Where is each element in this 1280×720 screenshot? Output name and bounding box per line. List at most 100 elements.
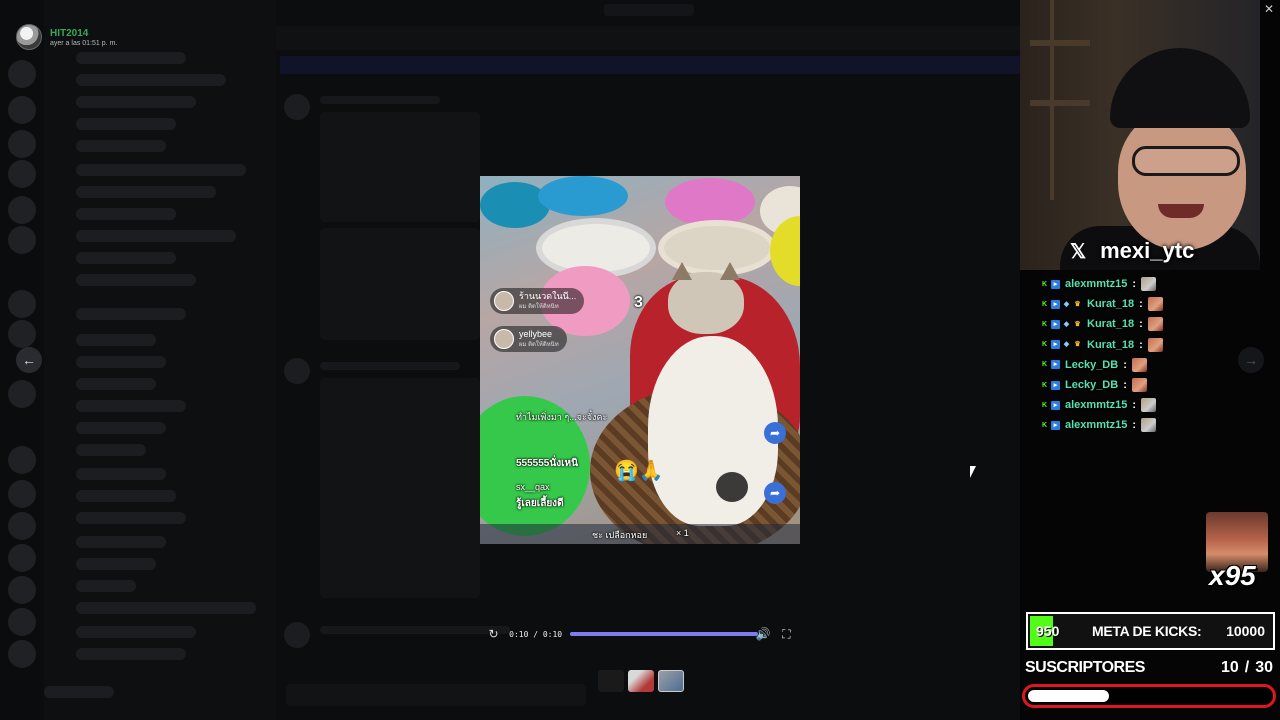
message-embed[interactable] bbox=[320, 228, 480, 340]
chat-message: K ▸ Lecky_DB: bbox=[1040, 375, 1210, 395]
server-icon[interactable] bbox=[8, 96, 36, 124]
channel-item[interactable] bbox=[76, 308, 186, 320]
channel-item[interactable] bbox=[76, 468, 166, 480]
message-avatar[interactable] bbox=[284, 358, 310, 384]
channel-item[interactable] bbox=[76, 140, 166, 152]
user-panel[interactable] bbox=[44, 686, 114, 698]
channel-item[interactable] bbox=[76, 208, 176, 220]
kick-badge-icon: K bbox=[1041, 320, 1048, 328]
chat-username: Kurat_18 bbox=[1087, 298, 1135, 311]
streamer-handle: 𝕏 mexi_ytc bbox=[1070, 238, 1194, 264]
video-frame[interactable]: ร้านนวดในนี... ผม ติดให้ดิหนิท 3 yellybe… bbox=[480, 176, 800, 544]
video-time: 0:10 / 0:10 bbox=[509, 629, 563, 639]
emote-icon bbox=[1147, 317, 1163, 332]
server-icon[interactable] bbox=[8, 160, 36, 188]
mouse-cursor-icon bbox=[970, 466, 976, 478]
subs-goal-fill bbox=[1028, 690, 1109, 702]
server-icon[interactable] bbox=[8, 60, 36, 88]
thumbnail-selected[interactable] bbox=[658, 670, 684, 692]
channel-item[interactable] bbox=[76, 580, 136, 592]
channel-item[interactable] bbox=[76, 400, 186, 412]
fullscreen-icon[interactable]: ⛶ bbox=[779, 627, 794, 642]
channel-item[interactable] bbox=[76, 490, 176, 502]
channel-item[interactable] bbox=[76, 602, 256, 614]
server-icon[interactable] bbox=[8, 290, 36, 318]
next-media-button[interactable]: → bbox=[1238, 347, 1264, 373]
streamer-glasses bbox=[1132, 146, 1240, 176]
emote-multiplier: x95 bbox=[1209, 560, 1256, 591]
channel-item[interactable] bbox=[76, 274, 196, 286]
server-icon[interactable] bbox=[8, 320, 36, 348]
seek-bar[interactable] bbox=[570, 632, 759, 636]
message-author bbox=[320, 96, 440, 104]
emote-icon bbox=[1141, 418, 1157, 433]
replay-icon[interactable]: ↻ bbox=[486, 627, 501, 641]
message-embed[interactable] bbox=[320, 378, 480, 598]
count-label: 3 bbox=[634, 294, 643, 311]
chat-separator: : bbox=[1132, 278, 1137, 291]
streamer-face bbox=[1118, 110, 1246, 250]
server-icon[interactable] bbox=[8, 544, 36, 572]
previous-media-button[interactable]: ← bbox=[16, 347, 42, 373]
server-icon[interactable] bbox=[8, 640, 36, 668]
crown-badge-icon: ♛ bbox=[1074, 341, 1081, 349]
message-embed[interactable] bbox=[320, 112, 480, 222]
thumbnail[interactable] bbox=[598, 670, 624, 692]
channel-item[interactable] bbox=[76, 378, 156, 390]
server-icon[interactable] bbox=[8, 608, 36, 636]
subs-goal-label: SUSCRIPTORES bbox=[1025, 659, 1145, 676]
caption-strip: ชะ เปลือกหอย × 1 bbox=[480, 524, 800, 544]
server-icon[interactable] bbox=[8, 446, 36, 474]
cat-paw bbox=[652, 392, 682, 422]
channel-item[interactable] bbox=[76, 164, 246, 176]
cat-head bbox=[668, 262, 744, 334]
server-icon[interactable] bbox=[8, 512, 36, 540]
server-icon[interactable] bbox=[8, 226, 36, 254]
kick-badge-icon: K bbox=[1041, 280, 1048, 288]
media-thumbnails bbox=[598, 670, 684, 692]
gem-badge-icon: ◆ bbox=[1063, 300, 1070, 308]
server-icon[interactable] bbox=[8, 196, 36, 224]
kick-badge-icon: K bbox=[1041, 300, 1048, 308]
server-icon[interactable] bbox=[8, 130, 36, 158]
channel-item[interactable] bbox=[76, 96, 196, 108]
subscriber-badge-icon: ▸ bbox=[1051, 400, 1060, 410]
uploader-name[interactable]: HIT2014 bbox=[50, 28, 117, 39]
channel-item[interactable] bbox=[76, 626, 196, 638]
arrow-right-icon: → bbox=[1244, 352, 1258, 368]
chat-separator: : bbox=[1132, 419, 1137, 432]
channel-item[interactable] bbox=[76, 52, 186, 64]
channel-item[interactable] bbox=[76, 536, 166, 548]
streamer-webcam bbox=[1020, 0, 1260, 270]
close-icon[interactable]: ✕ bbox=[1264, 2, 1274, 16]
server-icon[interactable] bbox=[8, 480, 36, 508]
channel-item[interactable] bbox=[76, 422, 166, 434]
channel-item[interactable] bbox=[76, 118, 176, 130]
message-input[interactable] bbox=[286, 684, 586, 706]
channel-item[interactable] bbox=[76, 512, 186, 524]
kick-badge-icon: K bbox=[1041, 341, 1048, 349]
channel-item[interactable] bbox=[76, 252, 176, 264]
channel-item[interactable] bbox=[76, 186, 216, 198]
overlay-comment: 555555นั่งเหนิ bbox=[516, 458, 578, 469]
channel-item[interactable] bbox=[76, 356, 166, 368]
volume-icon[interactable]: 🔊 bbox=[756, 627, 771, 641]
server-icon[interactable] bbox=[8, 576, 36, 604]
stream-chat: K ▸ alexmmtz15: K ▸ ◆ ♛ Kurat_18: K ▸ ◆ ♛ Kurat… bbox=[1040, 274, 1210, 436]
uploader-avatar[interactable] bbox=[16, 24, 42, 50]
thumbnail[interactable] bbox=[628, 670, 654, 692]
channel-item[interactable] bbox=[76, 74, 226, 86]
channel-item[interactable] bbox=[76, 444, 146, 456]
channel-item[interactable] bbox=[76, 230, 236, 242]
message-avatar[interactable] bbox=[284, 622, 310, 648]
chat-username: Lecky_DB bbox=[1065, 379, 1119, 392]
message-avatar[interactable] bbox=[284, 94, 310, 120]
channel-list bbox=[44, 0, 276, 720]
server-icon[interactable] bbox=[8, 380, 36, 408]
subscriber-badge-icon: ▸ bbox=[1051, 299, 1060, 309]
subscriber-badge-icon: ▸ bbox=[1051, 340, 1060, 350]
channel-item[interactable] bbox=[76, 648, 186, 660]
live-comment-chip: yellybee ผม ติดให้ดิหนิท bbox=[490, 326, 567, 352]
channel-item[interactable] bbox=[76, 334, 156, 346]
channel-item[interactable] bbox=[76, 558, 156, 570]
